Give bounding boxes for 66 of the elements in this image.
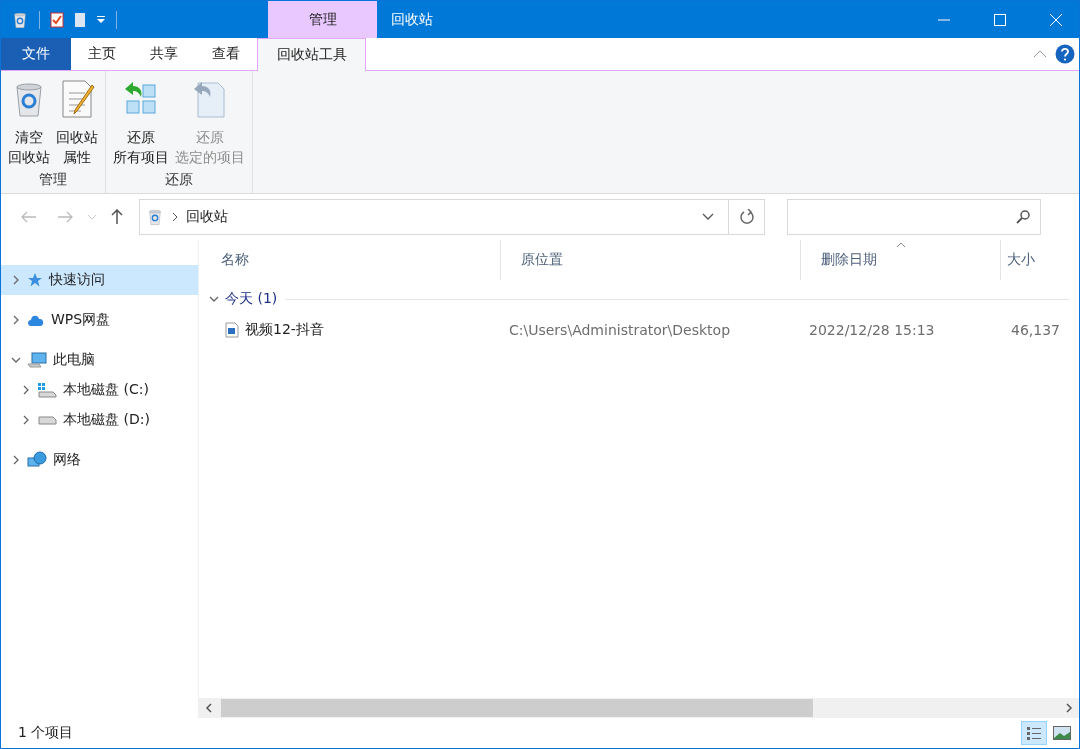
refresh-icon[interactable] [738, 209, 755, 225]
video-file-icon [225, 322, 239, 338]
nav-label: 本地磁盘 (D:) [63, 411, 150, 429]
table-cell-text: C:\Users\Administrator\Desktop [508, 322, 732, 338]
star-icon [27, 272, 43, 288]
context-tab-group: 管理 [268, 1, 377, 38]
nav-item[interactable]: 本地磁盘 (C:) [1, 375, 198, 405]
group-header[interactable]: 今天 (1) [207, 288, 280, 310]
breadcrumb-chevron-icon[interactable] [172, 212, 178, 222]
search-icon[interactable] [1016, 210, 1030, 224]
column-header[interactable]: 名称 [201, 240, 501, 280]
nav-label: 快速访问 [49, 271, 105, 289]
nav-item[interactable]: 快速访问 [1, 265, 198, 295]
nav-item[interactable]: 此电脑 [1, 345, 198, 375]
collapsed-chevron-icon[interactable] [21, 415, 31, 425]
nav-label: 此电脑 [53, 351, 95, 369]
details-view-button[interactable] [1021, 721, 1047, 745]
table-cell-text: 2022/12/28 15:13 [808, 322, 936, 338]
address-bar[interactable]: 回收站 [139, 199, 765, 235]
recycle-bin-icon [146, 208, 164, 226]
checklist-icon[interactable] [50, 11, 64, 28]
nav-item[interactable]: WPS网盘 [1, 305, 198, 335]
system-drive-icon [37, 382, 57, 398]
dropdown-caret-icon[interactable] [702, 213, 714, 221]
drive-icon [37, 415, 57, 425]
ribbon-button[interactable]: 回收站 属性 [53, 77, 101, 171]
file-name[interactable]: 视频12-抖音 [245, 321, 324, 339]
network-globe-icon [27, 451, 47, 469]
close-icon[interactable] [1049, 12, 1063, 27]
file-menu-tab[interactable]: 文件 [1, 38, 71, 70]
recycle-bin-icon [11, 10, 29, 29]
ribbon-button[interactable]: 清空 回收站 [5, 77, 53, 171]
computer-icon [27, 352, 47, 368]
horizontal-scrollbar[interactable] [199, 698, 1079, 718]
nav-label: WPS网盘 [51, 311, 111, 329]
item-count: 1 个项目 [18, 724, 74, 742]
help-icon[interactable] [1055, 44, 1075, 64]
nav-label: 网络 [53, 451, 81, 469]
collapsed-chevron-icon[interactable] [11, 275, 21, 285]
document-icon[interactable] [74, 11, 86, 28]
column-header[interactable]: 大小 [1001, 240, 1079, 280]
ribbon-group-label: 管理 [39, 171, 67, 189]
column-header[interactable]: 删除日期 [801, 240, 1001, 280]
search-field[interactable] [787, 199, 1041, 235]
collapse-ribbon-icon[interactable] [1033, 50, 1047, 58]
collapsed-chevron-icon[interactable] [11, 315, 21, 325]
sort-caret-icon [895, 242, 906, 248]
dropdown-caret-icon[interactable] [96, 15, 106, 24]
collapsed-chevron-icon[interactable] [21, 385, 31, 395]
expanded-chevron-icon[interactable] [11, 355, 21, 365]
breadcrumb-item[interactable]: 回收站 [186, 208, 228, 226]
ribbon-tab[interactable]: 回收站工具 [257, 38, 366, 71]
maximize-icon[interactable] [994, 13, 1006, 26]
nav-label: 本地磁盘 (C:) [63, 381, 149, 399]
cloud-icon [27, 313, 45, 327]
expanded-chevron-icon[interactable] [209, 294, 219, 304]
column-header[interactable]: 原位置 [501, 240, 801, 280]
nav-item[interactable]: 网络 [1, 445, 198, 475]
landscape-thumbnail-icon[interactable] [1053, 726, 1071, 740]
nav-item[interactable]: 本地磁盘 (D:) [1, 405, 198, 435]
window-title: 回收站 [391, 10, 433, 29]
ribbon-group-label: 还原 [165, 171, 193, 189]
details-list-icon[interactable] [1026, 725, 1042, 741]
collapsed-chevron-icon[interactable] [11, 455, 21, 465]
table-cell-text: 46,137 [1010, 322, 1061, 338]
ribbon-button[interactable]: 还原 所有项目 [110, 77, 172, 171]
